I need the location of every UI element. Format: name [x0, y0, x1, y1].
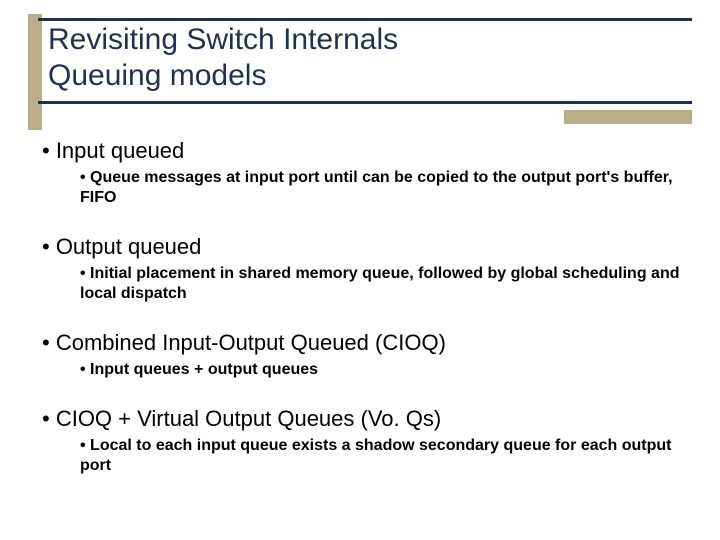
bullet-level2: • Initial placement in shared memory que… [80, 264, 706, 304]
slide: Revisiting Switch Internals Queuing mode… [0, 0, 720, 540]
bullet-level1: • Combined Input-Output Queued (CIOQ) [42, 330, 706, 356]
rule-top [38, 18, 692, 21]
rule-bottom [38, 101, 692, 104]
bullet-level1: • Input queued [42, 138, 706, 164]
bullet-level2: • Local to each input queue exists a sha… [80, 436, 706, 476]
decoration-left-bar [28, 14, 42, 130]
bullet-level2: • Input queues + output queues [80, 360, 706, 380]
title-line-2: Queuing models [48, 58, 680, 94]
decoration-right-bar [564, 110, 692, 124]
bullet-level1: • CIOQ + Virtual Output Queues (Vo. Qs) [42, 406, 706, 432]
body: • Input queued • Queue messages at input… [42, 138, 706, 476]
title-line-1: Revisiting Switch Internals [48, 22, 680, 58]
bullet-level1: • Output queued [42, 234, 706, 260]
bullet-level2: • Queue messages at input port until can… [80, 168, 706, 208]
title-block: Revisiting Switch Internals Queuing mode… [48, 22, 680, 94]
